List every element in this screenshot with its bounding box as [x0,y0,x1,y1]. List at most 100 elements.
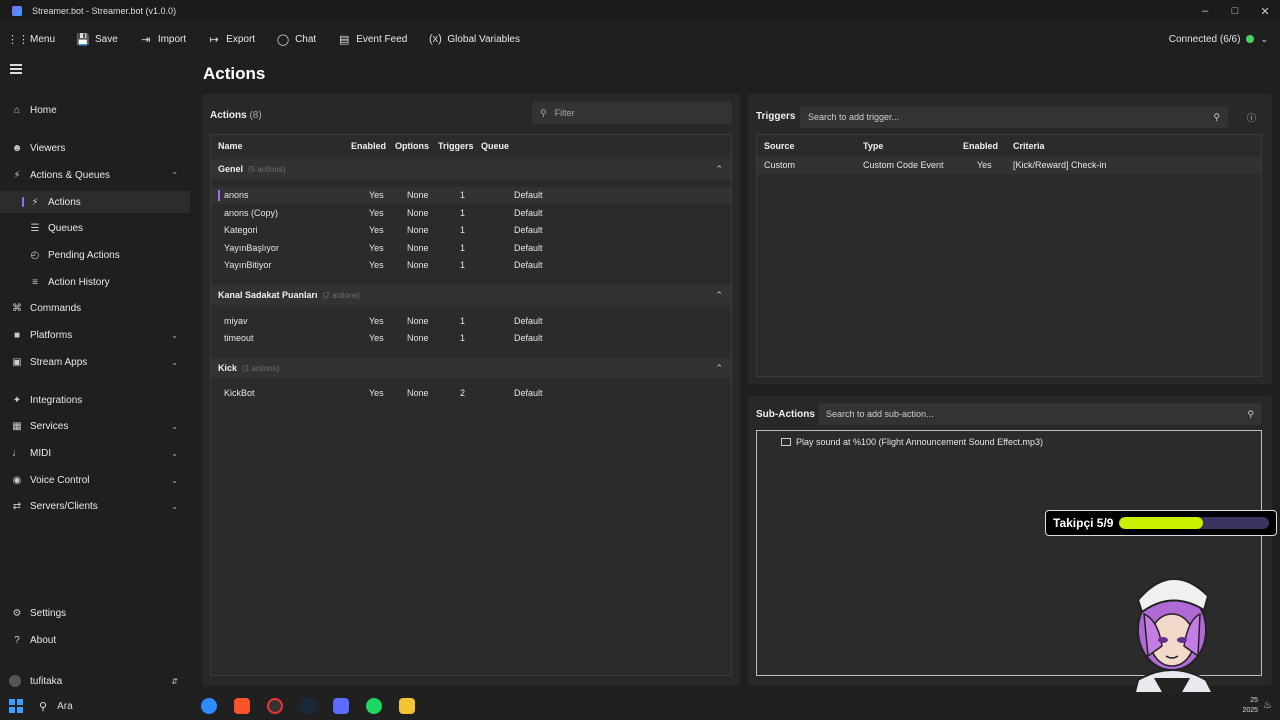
streamerbot-icon[interactable] [333,698,349,714]
home-icon: ⌂ [13,104,21,116]
question-icon: ? [14,634,20,646]
notification-bell-icon[interactable]: ♨ [1263,700,1272,711]
table-row[interactable]: miyav Yes None 1 Default [211,313,731,330]
save-button[interactable]: 💾 Save [76,33,118,46]
sidebar-item-midi[interactable]: ♩ MIDI ⌄ [0,442,190,464]
table-row[interactable]: Kategori Yes None 1 Default [211,222,731,239]
windows-start-icon[interactable] [9,699,23,713]
sidebar-item-viewers[interactable]: ☻ Viewers [0,137,190,159]
sound-file-icon [781,438,791,446]
hamburger-icon[interactable] [10,64,22,74]
follower-progress-bar [1119,517,1269,529]
brave-icon[interactable] [234,698,250,714]
windows-taskbar: ⚲ Ara 25 2025 ♨ [0,692,1280,720]
taskbar-search[interactable]: ⚲ Ara [39,700,184,713]
maximize-icon[interactable]: □ [1220,0,1250,22]
title-bar: Streamer.bot - Streamer.bot (v1.0.0) – □… [0,0,1280,22]
subaction-search-input[interactable]: Search to add sub-action... ⚲ [818,403,1262,425]
bolt-icon: ⚡ [13,169,21,181]
window-controls: – □ ✕ [1190,0,1280,22]
user-profile[interactable]: tufitaka ⇵ [0,670,190,692]
column-header-queue[interactable]: Queue [481,141,509,151]
column-header-source[interactable]: Source [764,141,795,151]
toolbar: ⋮⋮ Menu 💾 Save ⇥ Import ↦ Export ◯ Chat ▤ Even… [0,22,1280,56]
column-header-enabled[interactable]: Enabled [963,141,998,151]
sidebar-item-actions-queues[interactable]: ⚡ Actions & Queues ⌃ [0,164,190,186]
search-icon: ⚲ [540,107,547,118]
group-header[interactable]: Kanal Sadakat Puanları (2 actions) ⌃ [211,285,731,305]
column-header-options[interactable]: Options [395,141,429,151]
steam-icon[interactable] [300,698,316,714]
midi-icon: ♩ [12,447,22,459]
window-title: Streamer.bot - Streamer.bot (v1.0.0) [32,6,177,16]
column-header-name[interactable]: Name [218,141,243,151]
triggers-title: Triggers [756,111,796,122]
chevron-down-icon: ⌄ [171,357,178,367]
table-row[interactable]: YayınBitiyor Yes None 1 Default [211,257,731,274]
table-row[interactable]: anons Yes None 1 Default [211,187,731,204]
chat-icon: ◯ [276,33,290,46]
export-button[interactable]: ↦ Export [208,33,256,46]
sidebar-item-about[interactable]: ? About [0,629,190,651]
global-variables-button[interactable]: (x) Global Variables [429,33,520,45]
table-row[interactable]: Custom Custom Code Event Yes [Kick/Rewar… [757,157,1261,174]
table-row[interactable]: KickBot Yes None 2 Default [211,385,731,402]
sidebar-item-pending-actions[interactable]: ◴ Pending Actions [0,244,190,266]
sidebar-item-voice-control[interactable]: ◉ Voice Control ⌄ [0,469,190,491]
menu-button[interactable]: ⋮⋮ Menu [7,33,55,46]
save-icon: 💾 [76,33,90,46]
sidebar-item-services[interactable]: ▦ Services ⌄ [0,415,190,437]
sidebar-item-queues[interactable]: ☰ Queues [0,217,190,239]
sidebar-item-servers-clients[interactable]: ⇄ Servers/Clients ⌄ [0,495,190,517]
triggers-table: Source Type Enabled Criteria Custom Cust… [756,134,1262,377]
column-header-enabled[interactable]: Enabled [351,141,386,151]
chat-button[interactable]: ◯ Chat [276,33,316,46]
column-header-type[interactable]: Type [863,141,883,151]
browser-icon[interactable] [201,698,217,714]
action-icon: ⚡ [31,196,39,208]
column-header-criteria[interactable]: Criteria [1013,141,1045,151]
sidebar-item-commands[interactable]: ⌘ Commands [0,297,190,319]
sidebar-item-platforms[interactable]: ■ Platforms ⌄ [0,324,190,346]
follower-goal-widget: Takipçi 5/9 [1045,510,1277,536]
sidebar-item-home[interactable]: ⌂ Home [0,99,190,121]
chevron-down-icon: ⌄ [1260,33,1268,44]
actions-table: Name Enabled Options Triggers Queue Gene… [210,134,732,676]
folder-icon[interactable] [399,698,415,714]
chevron-up-icon[interactable]: ⌃ [715,164,723,175]
search-icon: ⚲ [39,700,48,713]
column-header-triggers[interactable]: Triggers [438,141,474,151]
info-icon[interactable]: ⓘ [1247,111,1256,124]
group-header[interactable]: Kick (1 actions) ⌃ [211,358,731,378]
chevron-updown-icon: ⇵ [171,676,178,686]
table-row[interactable]: YayınBaşlıyor Yes None 1 Default [211,240,731,257]
spotify-icon[interactable] [366,698,382,714]
event-feed-button[interactable]: ▤ Event Feed [338,33,407,46]
avatar [9,675,21,687]
chevron-up-icon[interactable]: ⌃ [715,363,723,374]
close-icon[interactable]: ✕ [1250,0,1280,22]
integration-icon: ✦ [12,394,22,406]
sidebar-item-actions[interactable]: ⚡ Actions [0,191,190,213]
actions-panel: Actions (8) ⚲ Filter Name Enabled Options… [202,94,740,686]
sidebar-item-integrations[interactable]: ✦ Integrations [0,389,190,411]
system-clock[interactable]: 25 2025 [1242,696,1258,716]
chevron-up-icon: ⌃ [171,170,178,180]
connection-status[interactable]: Connected (6/6) ⌄ [1169,22,1268,56]
group-header[interactable]: Genel (5 actions) ⌃ [211,159,731,179]
table-row[interactable]: timeout Yes None 1 Default [211,330,731,347]
table-row[interactable]: anons (Copy) Yes None 1 Default [211,205,731,222]
filter-input[interactable]: ⚲ Filter [532,102,732,124]
minimize-icon[interactable]: – [1190,0,1220,22]
chevron-up-icon[interactable]: ⌃ [715,290,723,301]
sidebar-item-settings[interactable]: ⚙ Settings [0,602,190,624]
list-item[interactable]: Play sound at %100 (Flight Announcement … [781,437,1043,447]
import-button[interactable]: ⇥ Import [140,33,186,46]
export-icon: ↦ [209,33,219,46]
trigger-search-input[interactable]: Search to add trigger... ⚲ [800,106,1228,128]
sidebar-item-stream-apps[interactable]: ▣ Stream Apps ⌄ [0,351,190,373]
recorder-icon[interactable] [267,698,283,714]
streamerbot-logo-icon [12,6,22,16]
sidebar-item-action-history[interactable]: ≡ Action History [0,271,190,293]
status-dot-icon [1246,35,1255,43]
